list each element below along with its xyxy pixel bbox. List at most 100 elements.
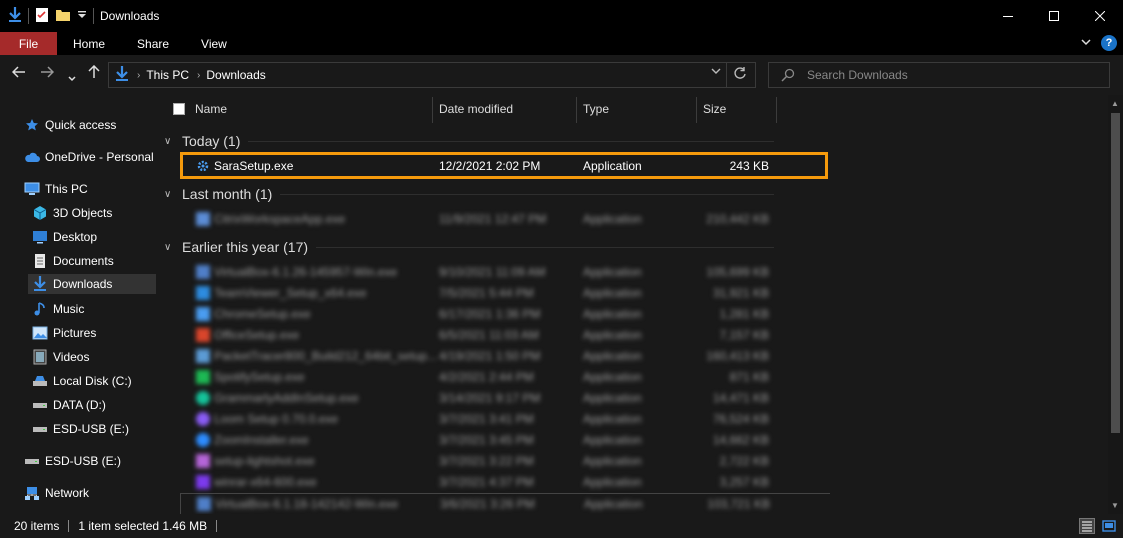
minimize-button[interactable] bbox=[985, 0, 1031, 32]
file-row[interactable]: GrammarlyAddInSetup.exe 3/14/2021 9:17 P… bbox=[180, 388, 830, 409]
breadcrumb-downloads[interactable]: Downloads bbox=[206, 68, 265, 82]
nav-item-music[interactable]: Music bbox=[32, 299, 84, 319]
file-date: 3/14/2021 9:17 PM bbox=[439, 391, 541, 405]
collapse-chevron-icon[interactable]: ∨ bbox=[164, 136, 182, 147]
file-row[interactable]: SpotifySetup.exe 4/2/2021 2:44 PM Applic… bbox=[180, 367, 830, 388]
breadcrumb-this-pc[interactable]: This PC bbox=[146, 68, 189, 82]
breadcrumb-chevron-icon[interactable]: › bbox=[197, 70, 200, 81]
address-bar[interactable]: › This PC › Downloads bbox=[108, 62, 756, 88]
app-icon bbox=[196, 265, 210, 279]
nav-item-pictures[interactable]: Pictures bbox=[32, 323, 96, 343]
scroll-up-icon[interactable]: ▲ bbox=[1111, 99, 1119, 108]
nav-item-videos[interactable]: Videos bbox=[32, 347, 89, 367]
up-arrow-icon[interactable] bbox=[87, 64, 101, 82]
group-today[interactable]: ∨ Today (1) bbox=[164, 131, 774, 151]
group-earlier-this-year[interactable]: ∨ Earlier this year (17) bbox=[164, 237, 774, 257]
file-size: 14,662 KB bbox=[712, 433, 769, 447]
nav-item-documents[interactable]: Documents bbox=[32, 251, 114, 271]
app-icon bbox=[196, 412, 210, 426]
nav-item-this-pc[interactable]: This PC bbox=[24, 179, 88, 199]
nav-item-onedrive[interactable]: OneDrive - Personal bbox=[24, 147, 154, 167]
file-size: 210,442 KB bbox=[706, 212, 769, 226]
nav-item-desktop[interactable]: Desktop bbox=[32, 227, 97, 247]
column-divider[interactable] bbox=[776, 97, 777, 123]
nav-item-quick-access[interactable]: Quick access bbox=[24, 115, 116, 135]
tab-share[interactable]: Share bbox=[121, 32, 185, 55]
column-divider[interactable] bbox=[432, 97, 433, 123]
group-divider bbox=[280, 193, 774, 195]
column-header: Name Date modified Type Size bbox=[160, 95, 1108, 123]
back-arrow-icon[interactable] bbox=[11, 65, 26, 82]
selection-info: 1 item selected 1.46 MB bbox=[78, 519, 208, 533]
file-row[interactable]: OfficeSetup.exe 6/5/2021 11:03 AM Applic… bbox=[180, 325, 830, 346]
column-name[interactable]: Name bbox=[195, 95, 227, 123]
file-name: setup-lightshot.exe bbox=[214, 454, 315, 468]
help-icon[interactable]: ? bbox=[1101, 35, 1117, 51]
address-divider bbox=[726, 63, 727, 87]
nav-item-esd-usb-e[interactable]: ESD-USB (E:) bbox=[32, 419, 129, 439]
file-size: 31,921 KB bbox=[712, 286, 769, 300]
file-row[interactable]: ZoomInstaller.exe 3/7/2021 3:45 PM Appli… bbox=[180, 430, 830, 451]
file-row[interactable]: winrar-x64-600.exe 3/7/2021 4:37 PM Appl… bbox=[180, 472, 830, 493]
file-row[interactable]: VirtualBox-6.1.18-142142-Win.exe 3/6/202… bbox=[180, 493, 830, 514]
download-arrow-icon bbox=[8, 6, 22, 26]
file-name: PacketTracer800_Build212_64bit_setup... bbox=[214, 349, 438, 363]
column-date-modified[interactable]: Date modified bbox=[439, 95, 513, 123]
new-folder-icon[interactable] bbox=[55, 7, 71, 26]
tab-home[interactable]: Home bbox=[57, 32, 121, 55]
file-row[interactable]: PacketTracer800_Build212_64bit_setup... … bbox=[180, 346, 830, 367]
file-name: winrar-x64-600.exe bbox=[214, 475, 317, 489]
column-divider[interactable] bbox=[696, 97, 697, 123]
file-row[interactable]: TeamViewer_Setup_x64.exe 7/5/2021 5:44 P… bbox=[180, 283, 830, 304]
nav-item-3d-objects[interactable]: 3D Objects bbox=[32, 203, 112, 223]
file-row[interactable]: CitrixWorkspaceApp.exe 11/9/2021 12:47 P… bbox=[180, 209, 830, 230]
toolbar-separator bbox=[28, 8, 29, 24]
file-row[interactable]: VirtualBox-6.1.26-145957-Win.exe 9/10/20… bbox=[180, 262, 830, 283]
close-button[interactable] bbox=[1077, 0, 1123, 32]
details-view-icon[interactable] bbox=[1079, 518, 1095, 534]
collapse-chevron-icon[interactable]: ∨ bbox=[164, 189, 182, 200]
file-row[interactable]: ChromeSetup.exe 6/17/2021 1:36 PM Applic… bbox=[180, 304, 830, 325]
refresh-icon[interactable] bbox=[733, 66, 747, 83]
file-row[interactable]: Loom Setup 0.70.0.exe 3/7/2021 3:41 PM A… bbox=[180, 409, 830, 430]
nav-item-downloads[interactable]: Downloads bbox=[28, 274, 156, 294]
file-type: Application bbox=[583, 370, 642, 384]
file-size: 76,524 KB bbox=[712, 412, 769, 426]
expand-ribbon-icon[interactable] bbox=[1081, 36, 1091, 50]
file-type: Application bbox=[583, 433, 642, 447]
column-size[interactable]: Size bbox=[703, 95, 726, 123]
address-dropdown-icon[interactable] bbox=[711, 67, 721, 78]
desktop-icon bbox=[32, 229, 48, 245]
breadcrumb-chevron-icon[interactable]: › bbox=[137, 70, 140, 81]
scrollbar-thumb[interactable] bbox=[1111, 113, 1120, 433]
nav-item-network[interactable]: Network bbox=[24, 483, 89, 503]
app-icon bbox=[196, 475, 210, 489]
quick-access-toolbar bbox=[0, 6, 94, 26]
select-all-checkbox[interactable] bbox=[173, 103, 185, 115]
scroll-down-icon[interactable]: ▼ bbox=[1111, 501, 1119, 510]
recent-locations-chevron-icon[interactable] bbox=[68, 69, 76, 85]
tab-view[interactable]: View bbox=[185, 32, 243, 55]
customize-toolbar-icon[interactable] bbox=[77, 9, 87, 23]
download-icon bbox=[32, 276, 48, 292]
column-divider[interactable] bbox=[576, 97, 577, 123]
group-last-month[interactable]: ∨ Last month (1) bbox=[164, 184, 774, 204]
column-type[interactable]: Type bbox=[583, 95, 609, 123]
search-box[interactable] bbox=[768, 62, 1110, 88]
vertical-scrollbar[interactable]: ▲ ▼ bbox=[1108, 95, 1123, 514]
nav-item-local-disk-c[interactable]: Local Disk (C:) bbox=[32, 371, 132, 391]
file-row[interactable]: setup-lightshot.exe 3/7/2021 3:22 PM App… bbox=[180, 451, 830, 472]
nav-item-data-d[interactable]: DATA (D:) bbox=[32, 395, 106, 415]
collapse-chevron-icon[interactable]: ∨ bbox=[164, 242, 182, 253]
status-separator bbox=[68, 520, 70, 532]
search-input[interactable] bbox=[807, 68, 1087, 82]
properties-icon[interactable] bbox=[35, 7, 49, 26]
window-controls bbox=[985, 0, 1123, 32]
forward-arrow-icon[interactable] bbox=[40, 65, 55, 82]
music-icon bbox=[32, 301, 48, 317]
tab-file[interactable]: File bbox=[0, 32, 57, 55]
maximize-button[interactable] bbox=[1031, 0, 1077, 32]
cube-icon bbox=[32, 205, 48, 221]
large-icons-view-icon[interactable] bbox=[1101, 518, 1117, 534]
nav-item-esd-usb-e-root[interactable]: ESD-USB (E:) bbox=[24, 451, 121, 471]
